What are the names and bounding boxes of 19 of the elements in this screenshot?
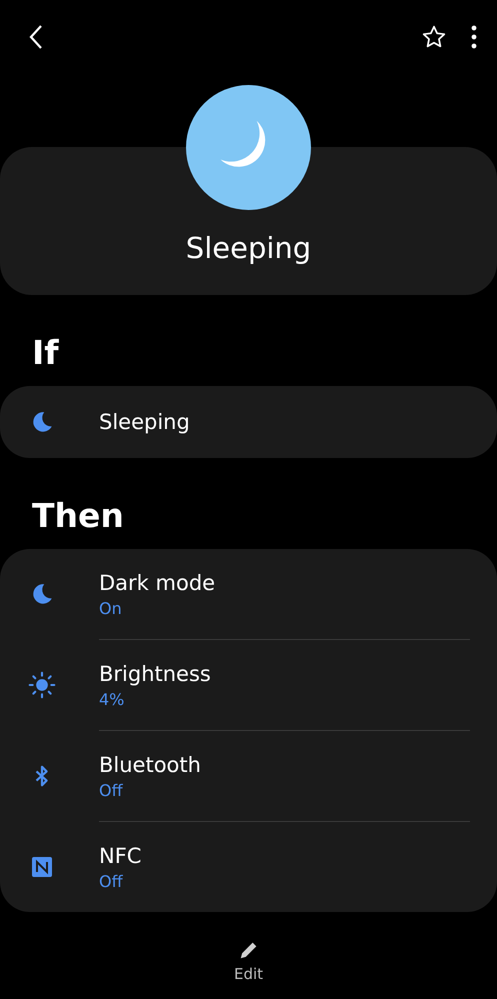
- back-icon[interactable]: [28, 24, 44, 50]
- star-icon[interactable]: [421, 24, 447, 50]
- edit-button[interactable]: Edit: [228, 938, 270, 984]
- condition-label: Sleeping: [99, 410, 191, 434]
- section-heading: Then: [31, 495, 125, 537]
- profile-title: Sleeping: [186, 231, 312, 265]
- nfc-icon: [30, 854, 54, 878]
- condition-card[interactable]: Sleeping: [0, 386, 497, 458]
- section-heading: If: [31, 332, 60, 374]
- action-value: On: [99, 598, 123, 618]
- action-label: Brightness: [99, 662, 212, 686]
- more-options-icon[interactable]: [471, 25, 477, 49]
- action-label: Dark mode: [99, 570, 216, 594]
- action-value: Off: [99, 872, 124, 890]
- action-value: Off: [99, 780, 124, 800]
- action-value: 4%: [99, 690, 126, 708]
- action-label: NFC: [99, 844, 142, 868]
- sun-icon: [28, 670, 56, 698]
- action-label: Bluetooth: [99, 752, 202, 776]
